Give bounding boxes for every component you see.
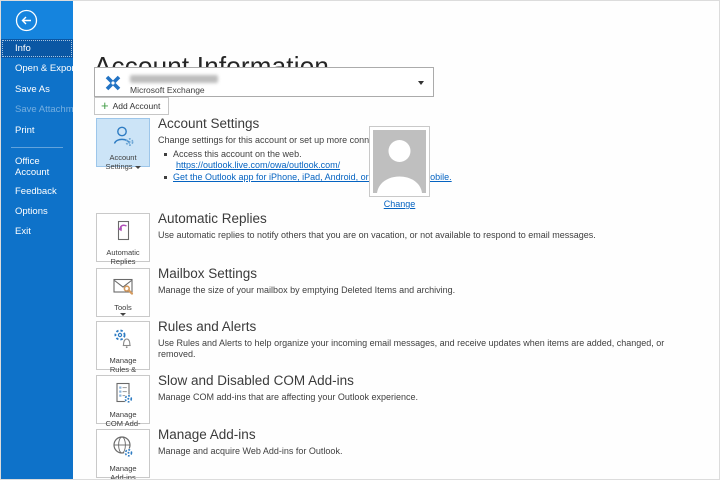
account-settings-button-label: Account Settings	[103, 153, 143, 171]
sidebar-header	[1, 1, 73, 39]
mailbox-tools-button[interactable]: Tools	[96, 268, 150, 317]
sidebar-item-info[interactable]: Info	[1, 39, 73, 58]
plus-icon: +	[101, 101, 109, 111]
section-title-automatic-replies: Automatic Replies	[158, 211, 267, 226]
outlook-backstage-window: Info Open & Export Save As Save Attachme…	[0, 0, 720, 480]
automatic-replies-button-label: Automatic Replies	[103, 248, 143, 266]
section-desc-com-addins: Manage COM add-ins that are affecting yo…	[158, 392, 686, 403]
section-desc-manage-addins: Manage and acquire Web Add-ins for Outlo…	[158, 446, 686, 457]
section-desc-mailbox-settings: Manage the size of your mailbox by empty…	[158, 285, 686, 296]
section-title-rules-alerts: Rules and Alerts	[158, 319, 256, 334]
sidebar-item-feedback[interactable]: Feedback	[1, 183, 73, 201]
person-silhouette-avatar	[373, 130, 426, 193]
exchange-logo-icon	[102, 72, 124, 99]
automatic-replies-button[interactable]: Automatic Replies	[96, 213, 150, 262]
bullet-access-web-text: Access this account on the web.	[173, 149, 302, 159]
chevron-down-icon	[120, 313, 126, 316]
add-account-button[interactable]: + Add Account	[94, 97, 169, 115]
back-arrow-icon	[15, 20, 38, 35]
manage-addins-button[interactable]: Manage Add-ins	[96, 429, 150, 478]
account-provider-label: Microsoft Exchange	[130, 85, 205, 95]
gear-bell-icon	[110, 326, 136, 355]
add-account-label: Add Account	[113, 101, 161, 111]
owa-url-link[interactable]: https://outlook.live.com/owa/outlook.com…	[176, 160, 340, 170]
section-title-com-addins: Slow and Disabled COM Add-ins	[158, 373, 354, 388]
sidebar-item-exit[interactable]: Exit	[1, 223, 73, 241]
sidebar-divider	[11, 147, 63, 148]
chevron-down-icon	[135, 166, 141, 169]
account-info-panel: Account Information Microsoft Exchange +…	[73, 1, 720, 480]
redacted-email-address	[130, 75, 218, 83]
account-settings-button[interactable]: Account Settings	[96, 118, 150, 167]
manage-com-addins-button[interactable]: Manage COM Add-ins	[96, 375, 150, 424]
chevron-down-icon	[418, 81, 424, 85]
tools-button-label: Tools	[114, 303, 132, 312]
change-photo-link[interactable]: Change	[384, 199, 416, 209]
account-photo	[369, 126, 430, 197]
sidebar-item-save-as[interactable]: Save As	[1, 81, 73, 99]
section-desc-rules-alerts: Use Rules and Alerts to help organize yo…	[158, 338, 686, 360]
sidebar-item-save-attachments: Save Attachments	[1, 101, 73, 119]
manage-addins-button-label: Manage Add-ins	[103, 464, 143, 480]
door-left-arrow-icon	[110, 218, 136, 247]
sidebar-item-open-export[interactable]: Open & Export	[1, 60, 73, 78]
backstage-sidebar: Info Open & Export Save As Save Attachme…	[1, 1, 73, 480]
bullet-icon	[164, 153, 167, 156]
envelope-wrench-icon	[110, 273, 136, 302]
sidebar-item-office-account[interactable]: Office Account	[1, 154, 63, 180]
bullet-access-web: Access this account on the web.	[164, 149, 302, 159]
section-desc-automatic-replies: Use automatic replies to notify others t…	[158, 230, 686, 241]
change-photo-link-wrap: Change	[369, 199, 430, 209]
sidebar-item-options[interactable]: Options	[1, 203, 73, 221]
back-button[interactable]	[15, 9, 38, 32]
manage-rules-alerts-button[interactable]: Manage Rules & Alerts	[96, 321, 150, 370]
globe-gear-icon	[110, 434, 136, 463]
account-selector-dropdown[interactable]: Microsoft Exchange	[94, 67, 434, 97]
person-gear-icon	[110, 123, 136, 152]
sidebar-item-print[interactable]: Print	[1, 122, 73, 140]
document-gear-icon	[110, 380, 136, 409]
bullet-icon	[164, 176, 167, 179]
section-title-mailbox-settings: Mailbox Settings	[158, 266, 257, 281]
section-title-manage-addins: Manage Add-ins	[158, 427, 256, 442]
section-title-account-settings: Account Settings	[158, 116, 259, 131]
